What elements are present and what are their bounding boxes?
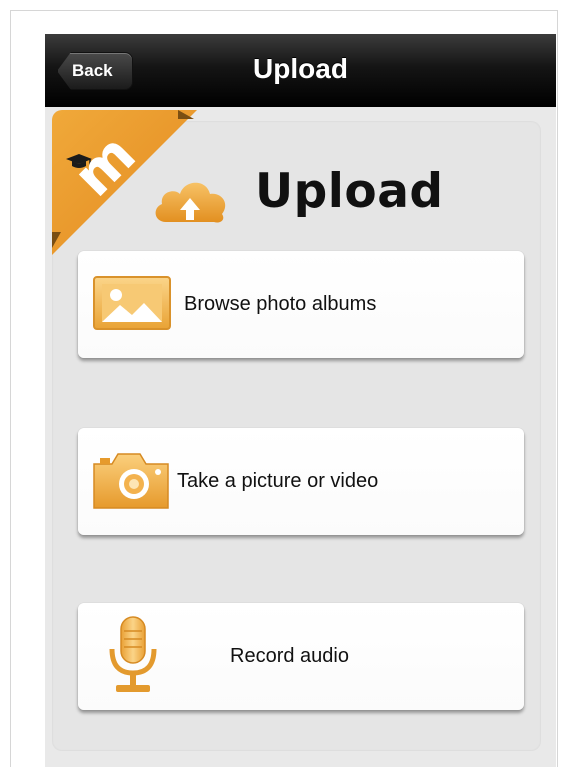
photo-icon (93, 276, 171, 330)
upload-header: Upload (150, 160, 450, 240)
navigation-bar: Back Upload (45, 34, 556, 107)
take-picture-or-video-button[interactable]: Take a picture or video (78, 428, 524, 535)
action-label: Browse photo albums (184, 293, 377, 315)
camera-icon (93, 453, 169, 509)
record-audio-button[interactable]: Record audio (78, 603, 524, 710)
action-label: Take a picture or video (177, 470, 379, 492)
cloud-upload-icon (155, 182, 226, 223)
nav-title: Upload (253, 53, 348, 84)
action-label: Record audio (230, 645, 349, 667)
page-title: Upload (255, 164, 444, 219)
browse-photo-albums-button[interactable]: Browse photo albums (78, 251, 524, 358)
microphone-icon (109, 616, 157, 692)
